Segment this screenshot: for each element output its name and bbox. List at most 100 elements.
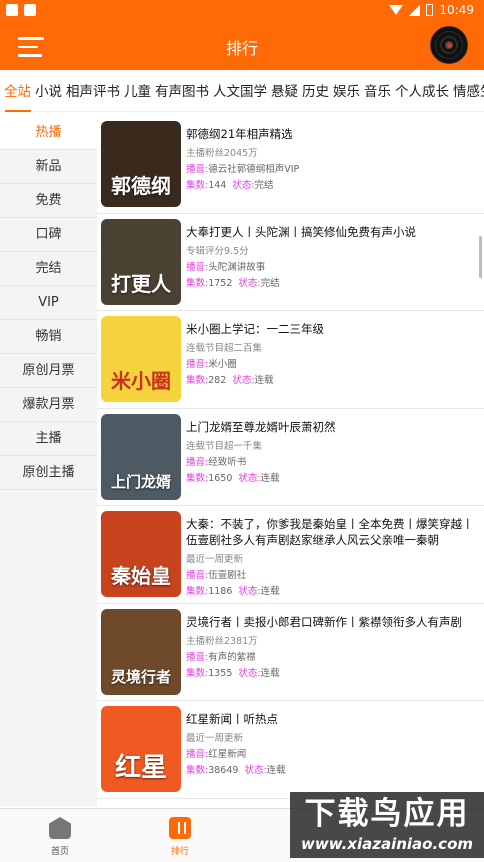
category-tab[interactable]: 悬疑 xyxy=(271,72,298,111)
category-tab[interactable]: 人文国学 xyxy=(213,72,267,111)
book-cover: 打更人 xyxy=(101,218,181,305)
host-label: 播音: xyxy=(186,570,209,581)
host-label: 播音: xyxy=(186,456,209,468)
count-value: 1650 xyxy=(208,472,233,484)
book-cover: 米小圈 xyxy=(101,316,181,402)
status-label: 状态: xyxy=(244,765,267,776)
cover-title: 灵境行者 xyxy=(110,667,171,686)
nav-home[interactable]: 首页 xyxy=(30,817,90,857)
status-label: 状态: xyxy=(238,472,261,484)
host-label: 播音: xyxy=(186,261,209,273)
sidebar-item[interactable]: 热播 xyxy=(0,116,97,150)
book-subtitle: 最近一周更新 xyxy=(186,554,244,565)
host-value: 米小圈 xyxy=(208,359,237,370)
book-list-item[interactable]: 灵境行者 灵境行者丨卖报小郎君口碑新作丨紫襟领衔多人有声剧 主播粉丝2381万 播音:… xyxy=(97,604,484,701)
notification-icon xyxy=(6,4,18,16)
category-tab[interactable]: 个人成长 xyxy=(395,72,449,111)
host-value: 红星新闻 xyxy=(208,749,247,760)
count-label: 集数: xyxy=(186,586,209,597)
category-tab[interactable]: 小说 xyxy=(35,72,62,111)
signal-icon xyxy=(409,4,421,16)
clock: 10:49 xyxy=(439,3,474,17)
count-value: 1186 xyxy=(208,586,233,597)
book-count-row: 集数:1355 状态:连载 xyxy=(186,665,480,679)
book-subtitle: 连载节目超二百集 xyxy=(186,343,263,354)
status-label: 状态: xyxy=(238,586,261,597)
book-title: 米小圈上学记：一二三年级 xyxy=(186,322,324,336)
cover-title: 米小圈 xyxy=(111,369,171,393)
active-tab-indicator xyxy=(5,110,31,112)
book-ranking-list[interactable]: 郭德纲 郭德纲21年相声精选 主播粉丝2045万 播音:德云社郭德纲相声VIP 集数:1… xyxy=(97,116,484,806)
book-list-item[interactable]: 上门龙婿 上门龙婿至尊龙婿叶辰萧初然 连载节目超一千集 播音:经致听书 集数:1650 状… xyxy=(97,409,484,506)
book-info: 米小圈上学记：一二三年级 连载节目超二百集 播音:米小圈集数:282 状态:连载 xyxy=(186,321,480,386)
book-host-row: 播音:德云社郭德纲相声VIP xyxy=(186,161,480,175)
count-label: 集数: xyxy=(186,180,209,191)
host-label: 播音: xyxy=(186,164,209,175)
category-tab[interactable]: 情感生 xyxy=(453,72,484,111)
cover-title: 郭德纲 xyxy=(111,174,171,198)
nav-ranking[interactable]: 排行 xyxy=(150,817,210,857)
sidebar-item[interactable]: 口碑 xyxy=(0,218,97,252)
book-count-row: 集数:38649 状态:连载 xyxy=(186,762,480,776)
category-tab[interactable]: 有声图书 xyxy=(155,72,209,111)
cover-title: 上门龙婿 xyxy=(110,472,171,491)
book-info: 红星新闻丨听热点 最近一周更新 播音:红星新闻 集数:38649 状态:连载 xyxy=(186,711,480,776)
status-value: 完结 xyxy=(260,277,280,289)
watermark-title: 下载鸟应用 xyxy=(304,796,470,832)
book-info: 上门龙婿至尊龙婿叶辰萧初然 连载节目超一千集 播音:经致听书 集数:1650 状态:连载 xyxy=(186,419,480,484)
count-label: 集数: xyxy=(186,277,209,289)
cover-title: 红星 xyxy=(114,753,167,783)
category-tab[interactable]: 音乐 xyxy=(364,72,391,111)
book-host-row: 播音:伍壹剧社 xyxy=(186,567,480,581)
book-list-item[interactable]: 秦始皇 大秦：不装了，你爹我是秦始皇丨全本免费丨爆笑穿越丨伍壹剧社多人有声剧赵家继… xyxy=(97,506,484,604)
status-value: 连载 xyxy=(260,586,280,597)
nav-label: 排行 xyxy=(170,847,189,857)
sidebar-item[interactable]: VIP xyxy=(0,286,97,320)
count-label: 集数: xyxy=(186,472,209,484)
book-list-item[interactable]: 打更人 大奉打更人丨头陀渊丨搞笑修仙免费有声小说 专辑评分9.5分 播音:头陀渊讲故事… xyxy=(97,214,484,311)
sidebar-item[interactable]: 原创月票 xyxy=(0,354,97,388)
host-value: 德云社郭德纲相声VIP xyxy=(208,164,300,175)
book-info: 灵境行者丨卖报小郎君口碑新作丨紫襟领衔多人有声剧 主播粉丝2381万 播音:有声的紫… xyxy=(186,614,480,679)
vinyl-disc-icon[interactable] xyxy=(430,26,468,64)
sidebar-item[interactable]: 完结 xyxy=(0,252,97,286)
book-cover: 秦始皇 xyxy=(101,511,181,597)
category-tab[interactable]: 娱乐 xyxy=(333,72,360,111)
category-tab[interactable]: 历史 xyxy=(302,72,329,111)
category-tab[interactable]: 儿童 xyxy=(124,72,151,111)
sidebar-item[interactable]: 主播 xyxy=(0,422,97,456)
sidebar-item[interactable]: 新品 xyxy=(0,150,97,184)
status-label: 状态: xyxy=(232,375,255,386)
book-title: 大秦：不装了，你爹我是秦始皇丨全本免费丨爆笑穿越丨伍壹剧社多人有声剧赵家继承人风… xyxy=(186,517,474,547)
book-count-row: 集数:282 状态:连载 xyxy=(186,372,480,386)
sidebar-item[interactable]: 免费 xyxy=(0,184,97,218)
status-value: 连载 xyxy=(266,765,286,776)
book-list-item[interactable]: 红星 红星新闻丨听热点 最近一周更新 播音:红星新闻 集数:38649 状态:连载 xyxy=(97,701,484,799)
host-value: 经致听书 xyxy=(208,456,247,468)
book-host-row: 播音:经致听书 xyxy=(186,454,480,468)
book-title: 上门龙婿至尊龙婿叶辰萧初然 xyxy=(186,419,336,434)
cover-title: 打更人 xyxy=(111,271,171,296)
page-title: 排行 xyxy=(225,39,258,58)
sidebar-item[interactable]: 原创主播 xyxy=(0,456,97,490)
host-label: 播音: xyxy=(186,359,209,370)
count-value: 1355 xyxy=(208,667,233,679)
book-cover: 灵境行者 xyxy=(101,608,181,695)
category-tab[interactable]: 全站 xyxy=(4,72,31,111)
status-label: 状态: xyxy=(238,277,261,289)
sidebar-item[interactable]: 畅销 xyxy=(0,320,97,354)
sidebar-item[interactable]: 爆款月票 xyxy=(0,388,97,422)
book-title: 灵境行者丨卖报小郎君口碑新作丨紫襟领衔多人有声剧 xyxy=(186,614,462,629)
book-cover: 上门龙婿 xyxy=(101,413,181,500)
count-value: 144 xyxy=(208,180,227,191)
book-title: 红星新闻丨听热点 xyxy=(186,712,278,726)
status-value: 连载 xyxy=(260,667,280,679)
book-list-item[interactable]: 郭德纲 郭德纲21年相声精选 主播粉丝2045万 播音:德云社郭德纲相声VIP 集数:1… xyxy=(97,116,484,214)
category-tab[interactable]: 相声评书 xyxy=(66,72,120,111)
host-value: 有声的紫襟 xyxy=(208,651,256,663)
book-count-row: 集数:1650 状态:连载 xyxy=(186,470,480,484)
book-list-item[interactable]: 米小圈 米小圈上学记：一二三年级 连载节目超二百集 播音:米小圈 集数:282 状态:连载 xyxy=(97,311,484,409)
book-count-row: 集数:1752 状态:完结 xyxy=(186,275,480,289)
book-count-row: 集数:144 状态:完结 xyxy=(186,177,480,191)
book-host-row: 播音:头陀渊讲故事 xyxy=(186,259,480,273)
